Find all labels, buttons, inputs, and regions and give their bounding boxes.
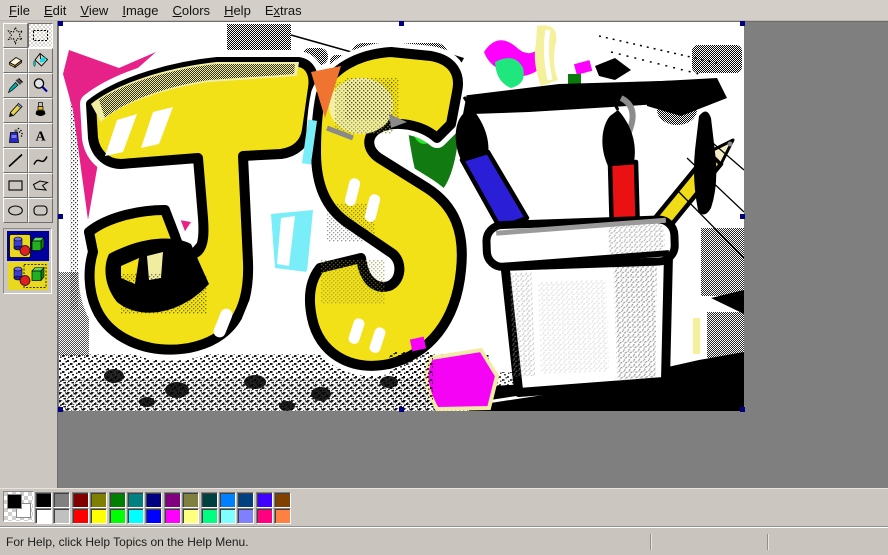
tool-free-form-select[interactable]: [3, 23, 28, 48]
tool-curve[interactable]: [28, 148, 53, 173]
palette-color-0-12[interactable]: [256, 492, 273, 508]
brush-icon: [31, 101, 50, 120]
line-icon: [6, 151, 25, 170]
option-selection-transparent[interactable]: [8, 262, 48, 290]
text-icon: A: [31, 126, 50, 145]
palette-color-1-4[interactable]: [109, 508, 126, 524]
tool-airbrush[interactable]: [3, 123, 28, 148]
tool-fill-with-color[interactable]: [28, 48, 53, 73]
palette-color-0-5[interactable]: [127, 492, 144, 508]
palette-color-0-0[interactable]: [35, 492, 52, 508]
menu-file[interactable]: File: [2, 2, 37, 19]
rounded-rectangle-icon: [31, 201, 50, 220]
palette-color-1-13[interactable]: [274, 508, 291, 524]
svg-text:A: A: [35, 130, 46, 145]
palette-color-0-4[interactable]: [109, 492, 126, 508]
palette-color-1-9[interactable]: [201, 508, 218, 524]
selection-handle-middle-left[interactable]: [58, 214, 63, 219]
menu-colors[interactable]: Colors: [165, 2, 217, 19]
tool-rectangle[interactable]: [3, 173, 28, 198]
menu-view[interactable]: View: [73, 2, 115, 19]
palette-color-1-2[interactable]: [72, 508, 89, 524]
status-separator: [650, 534, 651, 550]
menu-extras[interactable]: Extras: [258, 2, 309, 19]
status-help-text: For Help, click Help Topics on the Help …: [6, 535, 249, 549]
palette-color-1-3[interactable]: [90, 508, 107, 524]
palette-color-0-8[interactable]: [182, 492, 199, 508]
palette-color-0-7[interactable]: [164, 492, 181, 508]
eraser-icon: [6, 51, 25, 70]
tool-text[interactable]: A: [28, 123, 53, 148]
palette-color-0-3[interactable]: [90, 492, 107, 508]
palette-color-0-9[interactable]: [201, 492, 218, 508]
curve-icon: [31, 151, 50, 170]
palette-color-1-1[interactable]: [53, 508, 70, 524]
select-icon: [31, 26, 50, 45]
status-bar: For Help, click Help Topics on the Help …: [0, 526, 888, 555]
palette-color-0-6[interactable]: [145, 492, 162, 508]
palette-color-0-13[interactable]: [274, 492, 291, 508]
palette-color-0-2[interactable]: [72, 492, 89, 508]
canvas[interactable]: [59, 22, 744, 411]
tool-polygon[interactable]: [28, 173, 53, 198]
free-form-select-icon: [6, 26, 25, 45]
ellipse-icon: [6, 201, 25, 220]
palette-color-0-10[interactable]: [219, 492, 236, 508]
paint-app: FileEditViewImageColorsHelpExtras A: [0, 0, 888, 555]
palette-color-1-8[interactable]: [182, 508, 199, 524]
selection-handle-bottom-right[interactable]: [740, 407, 745, 412]
selection-handle-bottom-middle[interactable]: [399, 407, 404, 412]
selection-transparent-icon: [8, 262, 48, 290]
palette-color-1-5[interactable]: [127, 508, 144, 524]
current-colors-indicator[interactable]: [3, 491, 34, 522]
palette-color-0-11[interactable]: [237, 492, 254, 508]
tool-select[interactable]: [28, 23, 53, 48]
selection-handle-bottom-left[interactable]: [58, 407, 63, 412]
tool-options-panel: [3, 228, 52, 294]
selection-handle-top-middle[interactable]: [399, 21, 404, 26]
tool-ellipse[interactable]: [3, 198, 28, 223]
tool-eraser[interactable]: [3, 48, 28, 73]
canvas-artwork: [59, 22, 744, 411]
menu-image[interactable]: Image: [115, 2, 165, 19]
workspace: [57, 21, 888, 488]
fill-with-color-icon: [31, 51, 50, 70]
palette-color-1-6[interactable]: [145, 508, 162, 524]
color-box: [0, 488, 888, 526]
pick-color-icon: [6, 76, 25, 95]
tool-magnifier[interactable]: [28, 73, 53, 98]
letter-s: [310, 52, 462, 366]
menu-help[interactable]: Help: [217, 2, 258, 19]
palette-color-1-11[interactable]: [237, 508, 254, 524]
pencil-icon: [6, 101, 25, 120]
polygon-icon: [31, 176, 50, 195]
tool-brush[interactable]: [28, 98, 53, 123]
rectangle-icon: [6, 176, 25, 195]
selection-handle-middle-right[interactable]: [740, 214, 745, 219]
airbrush-icon: [6, 126, 25, 145]
palette-color-1-7[interactable]: [164, 508, 181, 524]
foreground-color-swatch[interactable]: [7, 494, 22, 509]
status-separator: [767, 534, 768, 550]
tool-pick-color[interactable]: [3, 73, 28, 98]
menu-bar: FileEditViewImageColorsHelpExtras: [0, 0, 888, 21]
tool-box: A: [0, 21, 57, 488]
tool-rounded-rectangle[interactable]: [28, 198, 53, 223]
option-selection-opaque[interactable]: [8, 232, 48, 260]
selection-opaque-icon: [8, 232, 48, 260]
selection-handle-top-right[interactable]: [740, 21, 745, 26]
selection-handle-top-left[interactable]: [58, 21, 63, 26]
tool-pencil[interactable]: [3, 98, 28, 123]
menu-edit[interactable]: Edit: [37, 2, 73, 19]
palette-color-1-0[interactable]: [35, 508, 52, 524]
palette-color-1-12[interactable]: [256, 508, 273, 524]
palette-color-0-1[interactable]: [53, 492, 70, 508]
tool-line[interactable]: [3, 148, 28, 173]
magnifier-icon: [31, 76, 50, 95]
palette-color-1-10[interactable]: [219, 508, 236, 524]
